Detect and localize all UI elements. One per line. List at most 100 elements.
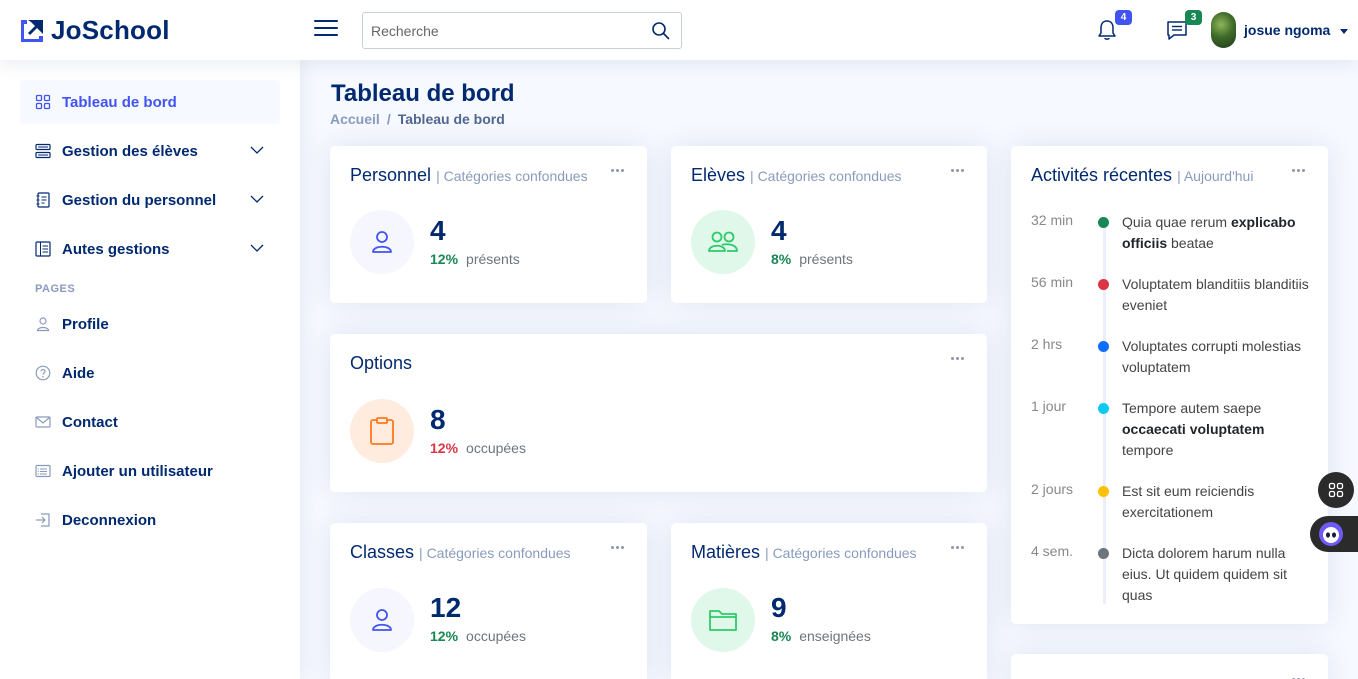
sidebar-item-staff[interactable]: Gestion du personnel: [20, 178, 280, 222]
metric-percent: 12%: [430, 628, 459, 644]
metric-label: présents: [466, 251, 520, 267]
card-eleves: Elèves | Catégories confondues 4 8% prése…: [671, 146, 987, 303]
card-title: Activités récentes | Aujourd'hui: [1031, 165, 1253, 186]
activity-time: 2 hrs: [1031, 336, 1063, 352]
status-dot-icon: [1098, 217, 1109, 228]
card-icon-circle: [350, 399, 414, 463]
activity-text: Dicta dolorem harum nulla eius. Ut quide…: [1122, 545, 1287, 603]
sidebar-section-heading: PAGES: [35, 283, 76, 295]
card-title-text: Classes: [350, 542, 415, 562]
sidebar-item-contact[interactable]: Contact: [20, 400, 280, 444]
top-header: JoSchool 4 3 josue ngoma: [0, 0, 1358, 60]
activity-item: 56 min Voluptatem blanditiis blanditiis …: [1031, 274, 1311, 316]
metric-label: enseignées: [799, 628, 871, 644]
apps-float-button[interactable]: [1318, 472, 1354, 508]
metric-caption: 12% occupées: [430, 628, 526, 644]
card-classes: Classes | Catégories confondues 12 12% oc…: [330, 523, 647, 679]
card-matieres: Matières | Catégories confondues 9 8% ens…: [671, 523, 987, 679]
sidebar-item-logout[interactable]: Deconnexion: [20, 498, 280, 542]
metric-caption: 12% présents: [430, 251, 520, 267]
box-arrow-in-right-icon: [36, 513, 50, 527]
metric-value: 9: [771, 592, 787, 623]
status-dot-icon: [1098, 486, 1109, 497]
status-dot-icon: [1098, 341, 1109, 352]
status-dot-icon: [1098, 548, 1109, 559]
chevron-down-icon: [250, 195, 264, 203]
activity-text: Est sit eum reiciendis exercitationem: [1122, 483, 1255, 520]
notifications-button[interactable]: 4: [1096, 10, 1132, 42]
logo-icon: [21, 19, 43, 42]
search-input[interactable]: [363, 13, 643, 48]
grid-icon: [1328, 482, 1344, 498]
metric-value: 4: [771, 215, 787, 246]
metric-label: présents: [799, 251, 853, 267]
card-title: Personnel | Catégories confondues: [350, 165, 588, 186]
sidebar-item-help[interactable]: Aide: [20, 351, 280, 395]
people-icon: [708, 231, 738, 252]
journal-text-icon: [36, 192, 50, 208]
sidebar-item-label: Contact: [62, 413, 118, 431]
metric-value: 4: [430, 215, 446, 246]
metric-label: occupées: [466, 440, 526, 456]
envelope-icon: [35, 416, 51, 428]
sidebar-item-label: Autes gestions: [62, 240, 170, 258]
activity-item: 2 jours Est sit eum reiciendis exercitat…: [1031, 481, 1311, 523]
person-icon: [372, 609, 392, 631]
person-icon: [372, 231, 392, 253]
card-menu-button[interactable]: [611, 167, 627, 173]
activity-item: 2 hrs Voluptates corrupti molestias volu…: [1031, 336, 1311, 378]
metric-percent: 8%: [771, 251, 792, 267]
activity-text: Quia quae rerum explicabo officiis beata…: [1122, 214, 1296, 251]
sidebar-toggle-button[interactable]: [314, 17, 338, 41]
card-title-text: Elèves: [691, 165, 746, 185]
metric-value: 8: [430, 404, 446, 435]
card-title-text: Options: [350, 353, 413, 373]
search-icon[interactable]: [651, 21, 671, 41]
card-menu-button[interactable]: [951, 544, 967, 550]
sidebar-item-add-user[interactable]: Ajouter un utilisateur: [20, 449, 280, 493]
avatar: [1211, 12, 1236, 48]
card-personnel: Personnel | Catégories confondues 4 12% p…: [330, 146, 647, 303]
sidebar-item-label: Profile: [62, 315, 109, 333]
card-title-text: Activités récentes: [1031, 165, 1173, 185]
sidebar-item-dashboard[interactable]: Tableau de bord: [20, 80, 280, 124]
brand-logo[interactable]: JoSchool: [19, 15, 170, 46]
messages-badge: 3: [1185, 10, 1202, 25]
sidebar-item-students[interactable]: Gestion des élèves: [20, 129, 280, 173]
card-menu-button[interactable]: [951, 355, 967, 361]
card-menu-button[interactable]: [951, 167, 967, 173]
breadcrumb-current: Tableau de bord: [397, 111, 505, 127]
layout-list-icon: [35, 143, 51, 159]
search-bar: [362, 12, 682, 49]
chevron-down-icon: [250, 244, 264, 252]
breadcrumb: Accueil / Tableau de bord: [330, 111, 505, 127]
clipboard-icon: [370, 417, 394, 445]
card-menu-button[interactable]: [611, 544, 627, 550]
sidebar-item-profile[interactable]: Profile: [20, 302, 280, 346]
notifications-badge: 4: [1115, 10, 1132, 25]
metric-percent: 12%: [430, 440, 459, 456]
layout-text-icon: [35, 241, 51, 257]
messages-button[interactable]: 3: [1166, 10, 1202, 42]
breadcrumb-home-link[interactable]: Accueil: [330, 111, 380, 127]
assistant-float-button[interactable]: [1310, 516, 1358, 552]
metric-value: 12: [430, 592, 462, 623]
card-list-icon: [35, 464, 51, 478]
metric-percent: 12%: [430, 251, 459, 267]
card-menu-button[interactable]: [1292, 167, 1308, 173]
status-dot-icon: [1098, 403, 1109, 414]
user-profile-dropdown[interactable]: josue ngoma: [1211, 12, 1349, 48]
metric-caption: 12% occupées: [430, 440, 526, 456]
card-subtitle: | Aujourd'hui: [1177, 168, 1254, 184]
sidebar-item-label: Aide: [62, 364, 95, 382]
card-next: [1011, 654, 1328, 679]
activity-text: Voluptates corrupti molestias voluptatem: [1122, 338, 1301, 375]
person-icon: [36, 317, 50, 332]
metric-caption: 8% présents: [771, 251, 853, 267]
sidebar-item-label: Ajouter un utilisateur: [62, 462, 213, 480]
grid-icon: [35, 94, 51, 110]
activity-item: 1 jour Tempore autem saepe occaecati vol…: [1031, 398, 1311, 461]
activity-item: 4 sem. Dicta dolorem harum nulla eius. U…: [1031, 543, 1311, 606]
sidebar-item-other[interactable]: Autes gestions: [20, 227, 280, 271]
card-subtitle: | Catégories confondues: [750, 168, 902, 184]
